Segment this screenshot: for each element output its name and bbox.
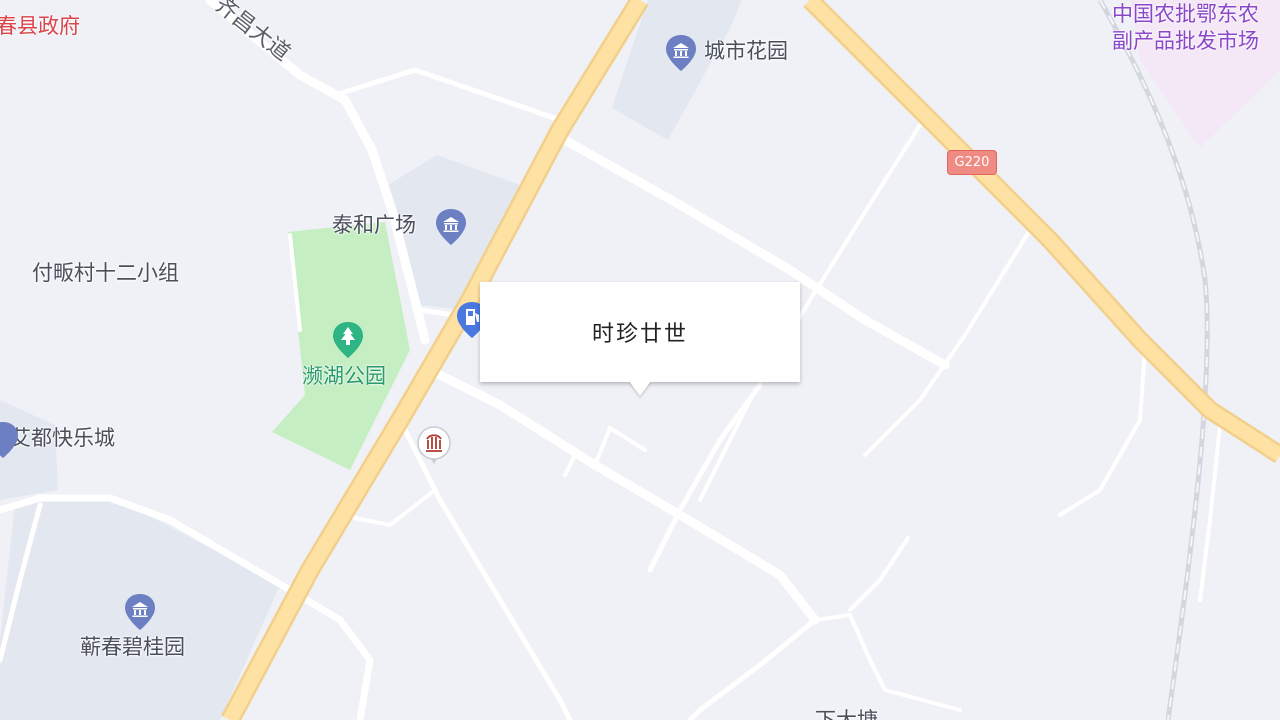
bottom-partial-label: 下大塘 [815,708,878,720]
building-icon[interactable] [434,207,468,247]
park-tree-icon[interactable] [331,320,365,360]
city-garden-label[interactable]: 城市花园 [704,41,788,62]
taihe-plaza-label[interactable]: 泰和广场 [332,215,416,236]
popup-title: 时珍廿世 [591,322,688,347]
building-icon[interactable] [0,420,20,460]
binhu-park-label[interactable]: 濒湖公园 [302,366,386,387]
market-label-line2[interactable]: 副产品批发市场 [1112,31,1259,52]
qichun-bigui-label[interactable]: 蕲春碧桂园 [80,637,185,658]
market-label[interactable]: 中国农批鄂东农 [1112,4,1259,25]
landmark-icon[interactable] [415,425,453,465]
location-popup[interactable]: 时珍廿世 [480,282,800,382]
county-government-label[interactable]: 春县政府 [0,16,80,37]
fuban-village-label[interactable]: 付畈村十二小组 [32,263,179,284]
map-canvas[interactable]: 春县政府 齐昌大道 城市花园 中国农批鄂东农 副产品批发市场 泰和广场 付畈村十… [0,0,1280,720]
building-icon[interactable] [123,592,157,632]
popup-pointer [629,381,651,396]
g220-road-shield: G220 [947,150,997,175]
aidu-label[interactable]: 艾都快乐城 [10,428,115,449]
building-icon[interactable] [664,33,698,73]
